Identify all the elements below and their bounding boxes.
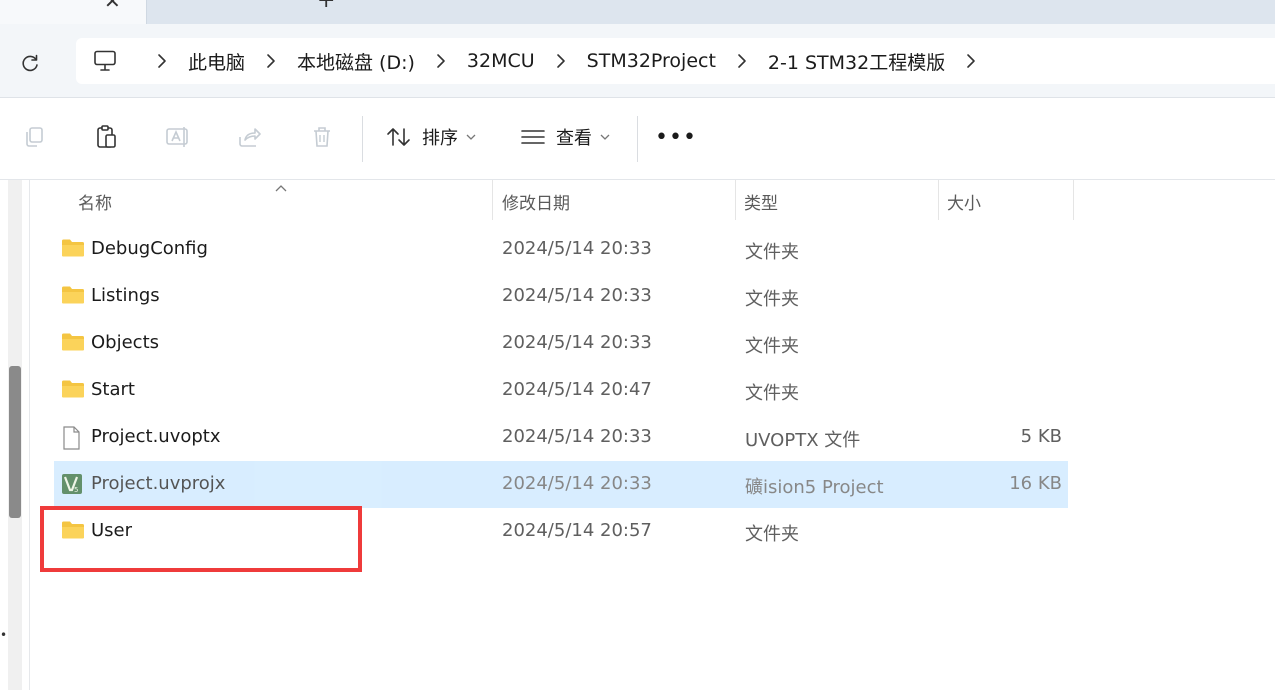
svg-text:5: 5: [74, 486, 78, 494]
file-modified-date: 2024/5/14 20:33: [502, 426, 652, 447]
sort-label: 排序: [422, 128, 458, 149]
breadcrumb-item[interactable]: 2-1 STM32工程模版: [768, 48, 945, 75]
file-type: 文件夹: [745, 289, 799, 310]
tab-strip-empty: +: [146, 0, 1275, 24]
file-row[interactable]: Listings 2024/5/14 20:33 文件夹: [54, 273, 1068, 320]
file-row[interactable]: Start 2024/5/14 20:47 文件夹: [54, 367, 1068, 414]
breadcrumb-item[interactable]: STM32Project: [587, 50, 716, 72]
chevron-down-icon: [600, 133, 610, 141]
chevron-down-icon: [466, 133, 476, 141]
column-header-type[interactable]: 类型: [744, 180, 778, 222]
file-modified-date: 2024/5/14 20:33: [502, 473, 652, 494]
breadcrumb-item[interactable]: 本地磁盘 (D:): [297, 48, 415, 75]
file-modified-date: 2024/5/14 20:47: [502, 379, 652, 400]
file-row[interactable]: Objects 2024/5/14 20:33 文件夹: [54, 320, 1068, 367]
file-row[interactable]: 5 Project.uvprojx 2024/5/14 20:33 礦ision5 P…: [54, 461, 1068, 508]
uvision-icon: 5: [61, 473, 85, 495]
view-list-icon: [521, 130, 545, 144]
breadcrumb-separator-chevron-icon[interactable]: [549, 51, 573, 71]
file-name: Start: [91, 379, 135, 400]
column-divider[interactable]: [492, 180, 493, 220]
rename-icon[interactable]: [163, 122, 193, 152]
column-divider[interactable]: [735, 180, 736, 220]
file-name: Project.uvprojx: [91, 473, 226, 494]
sort-icon: [387, 128, 410, 146]
column-header-modified[interactable]: 修改日期: [502, 180, 570, 222]
folder-icon: [61, 285, 85, 307]
file-size: 16 KB: [1009, 473, 1062, 494]
sort-menu-button[interactable]: 排序: [386, 122, 476, 152]
column-divider[interactable]: [938, 180, 939, 220]
breadcrumb-separator-chevron-icon[interactable]: [259, 51, 283, 71]
nav-edge-mark: •: [0, 628, 8, 642]
file-icon: [61, 426, 85, 450]
column-divider[interactable]: [1073, 180, 1074, 220]
this-pc-icon[interactable]: [92, 48, 118, 74]
file-row[interactable]: DebugConfig 2024/5/14 20:33 文件夹: [54, 226, 1068, 273]
file-modified-date: 2024/5/14 20:33: [502, 332, 652, 353]
annotation-highlight-box: [40, 506, 362, 572]
breadcrumb-item[interactable]: 此电脑: [188, 48, 245, 75]
file-name: Project.uvoptx: [91, 426, 221, 447]
nav-scrollbar-thumb[interactable]: [9, 366, 21, 518]
file-modified-date: 2024/5/14 20:33: [502, 285, 652, 306]
share-icon[interactable]: [235, 122, 265, 152]
file-size: 5 KB: [1020, 426, 1062, 447]
file-name: Objects: [91, 332, 160, 353]
file-type: 文件夹: [745, 242, 799, 263]
folder-icon: [61, 379, 85, 401]
new-tab-icon[interactable]: +: [317, 0, 335, 12]
sort-ascending-icon: [274, 178, 288, 197]
breadcrumb-item[interactable]: 32MCU: [467, 50, 535, 72]
file-type: 文件夹: [745, 383, 799, 404]
close-tab-icon[interactable]: ✕: [104, 0, 121, 11]
command-bar: 排序 查看 •••: [0, 98, 1275, 180]
column-headers: 名称 修改日期 类型 大小: [30, 180, 1275, 222]
toolbar-divider: [637, 116, 638, 162]
file-modified-date: 2024/5/14 20:33: [502, 238, 652, 259]
toolbar-divider: [362, 116, 363, 162]
breadcrumb-separator-chevron-icon[interactable]: [150, 51, 174, 71]
address-bar[interactable]: 此电脑 本地磁盘 (D:) 32MCU STM32Project 2-1 STM32工程…: [76, 38, 1275, 84]
folder-icon: [61, 332, 85, 354]
column-header-name[interactable]: 名称: [78, 180, 112, 222]
file-type: 文件夹: [745, 336, 799, 357]
file-name: Listings: [91, 285, 160, 306]
paste-icon[interactable]: [91, 122, 121, 152]
breadcrumb-separator-chevron-icon[interactable]: [959, 51, 983, 71]
file-row[interactable]: Project.uvoptx 2024/5/14 20:33 UVOPTX 文件 5 …: [54, 414, 1068, 461]
view-menu-button[interactable]: 查看: [520, 122, 610, 152]
file-type: 文件夹: [745, 524, 799, 545]
folder-icon: [61, 238, 85, 260]
file-type: 礦ision5 Project: [745, 477, 884, 498]
column-header-size[interactable]: 大小: [947, 180, 981, 222]
copy-icon[interactable]: [19, 122, 49, 152]
file-modified-date: 2024/5/14 20:57: [502, 520, 652, 541]
view-label: 查看: [556, 128, 592, 149]
tab-strip: ✕ +: [0, 0, 1275, 24]
more-options-button[interactable]: •••: [655, 122, 696, 152]
breadcrumb-separator-chevron-icon[interactable]: [730, 51, 754, 71]
refresh-icon[interactable]: [14, 48, 46, 80]
file-name: DebugConfig: [91, 238, 208, 259]
address-row: 此电脑 本地磁盘 (D:) 32MCU STM32Project 2-1 STM32工程…: [0, 24, 1275, 98]
file-type: UVOPTX 文件: [745, 430, 861, 451]
delete-icon[interactable]: [307, 122, 337, 152]
active-tab[interactable]: ✕: [0, 0, 146, 24]
breadcrumb-separator-chevron-icon[interactable]: [429, 51, 453, 71]
